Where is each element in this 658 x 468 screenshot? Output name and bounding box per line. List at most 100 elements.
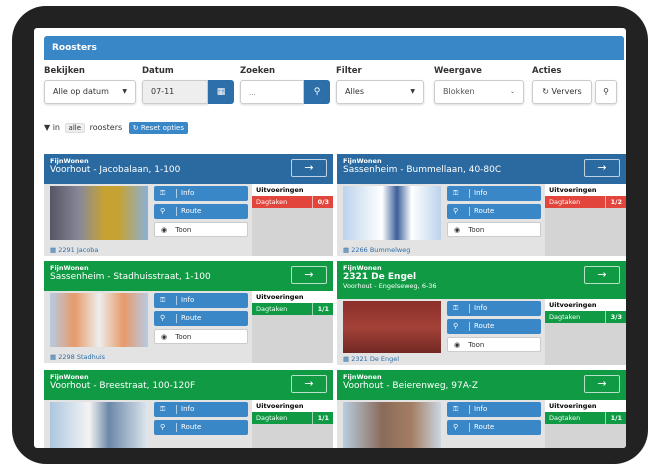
uitvoeringen-heading: Uitvoeringen <box>252 400 333 412</box>
filter-value: Alles <box>345 87 365 96</box>
info-label: Info <box>474 189 488 197</box>
card-body: ⚿ Info ⚲ Route Uitvoeringen Dagtaken 1/1 <box>44 400 333 448</box>
toon-button[interactable]: ◉ Toon <box>154 329 248 344</box>
uitvoeringen-panel: Uitvoeringen Dagtaken 1/1 <box>252 400 333 448</box>
search-input[interactable] <box>240 80 304 104</box>
toon-button[interactable]: ◉ Toon <box>447 222 541 237</box>
building-photo <box>343 402 441 448</box>
key-icon: ⚿ <box>160 296 166 304</box>
info-button[interactable]: ⚿ Info <box>447 402 541 417</box>
map-marker-icon: ⚲ <box>160 314 166 322</box>
calendar-button[interactable]: ▦ <box>208 80 234 104</box>
dagtaken-badge[interactable]: Dagtaken 1/1 <box>545 412 626 424</box>
dagtaken-count: 3/3 <box>604 311 622 323</box>
filter-suffix: roosters <box>89 123 123 132</box>
info-label: Info <box>181 296 195 304</box>
dagtaken-label: Dagtaken <box>256 198 288 206</box>
route-button[interactable]: ⚲ Route <box>447 420 541 435</box>
card-org: FijnWonen <box>343 373 382 381</box>
uitvoeringen-panel: Uitvoeringen Dagtaken 1/1 <box>545 400 626 448</box>
card-footer[interactable]: ▦ 2321 De Engel <box>337 353 545 365</box>
building-photo <box>343 186 441 240</box>
dagtaken-count: 1/1 <box>311 412 329 424</box>
dagtaken-badge[interactable]: Dagtaken 1/1 <box>252 303 333 315</box>
info-button[interactable]: ⚿ Info <box>447 186 541 201</box>
card-footer[interactable]: ▦ 2298 Stadhuis <box>44 351 252 363</box>
filter-scope-badge: alle <box>64 123 86 133</box>
reset-options-button[interactable]: ↻ Reset opties <box>128 122 188 134</box>
route-button[interactable]: ⚲ Route <box>447 204 541 219</box>
filter-select[interactable]: Alles ▼ <box>336 80 424 104</box>
arrow-right-icon: → <box>597 268 607 281</box>
info-button[interactable]: ⚿ Info <box>154 293 248 308</box>
dagtaken-badge[interactable]: Dagtaken 1/1 <box>252 412 333 424</box>
open-arrow-button[interactable]: → <box>584 266 620 284</box>
dagtaken-label: Dagtaken <box>256 414 288 422</box>
toon-button[interactable]: ◉ Toon <box>447 337 541 352</box>
card-footer[interactable]: ▦ 2291 Jacoba <box>44 244 252 256</box>
refresh-icon: ↻ <box>542 87 549 96</box>
card-header: FijnWonen Sassenheim - Bummellaan, 40-80… <box>337 154 626 184</box>
rooster-grid: FijnWonen Voorhout - Jacobalaan, 1-100 →… <box>44 154 626 448</box>
route-label: Route <box>474 322 495 330</box>
weergave-group: Weergave <box>434 66 482 80</box>
dagtaken-badge[interactable]: Dagtaken 0/3 <box>252 196 333 208</box>
open-arrow-button[interactable]: → <box>291 375 327 393</box>
toon-button[interactable]: ◉ Toon <box>154 222 248 237</box>
footer-label: 2321 De Engel <box>351 355 400 363</box>
route-label: Route <box>474 207 495 215</box>
card-body: ⚿ Info ⚲ Route ◉ Toon Uitvoeringen Dagtake… <box>44 291 333 363</box>
filter-label: Filter <box>336 66 362 76</box>
uitvoeringen-panel: Uitvoeringen Dagtaken 1/2 <box>545 184 626 256</box>
card-header: FijnWonen Sassenheim - Stadhuisstraat, 1… <box>44 261 333 291</box>
search-button[interactable]: ⚲ <box>304 80 330 104</box>
building-icon: ▦ <box>343 246 350 254</box>
card-title: Sassenheim - Bummellaan, 40-80C <box>343 165 502 175</box>
card-title: Voorhout - Breestraat, 100-120F <box>50 381 196 391</box>
datum-input[interactable]: 07-11 <box>142 80 208 104</box>
uitvoeringen-heading: Uitvoeringen <box>252 184 333 196</box>
dagtaken-label: Dagtaken <box>549 414 581 422</box>
route-button[interactable]: ⚲ Route <box>154 204 248 219</box>
location-button[interactable]: ⚲ <box>595 80 617 104</box>
open-arrow-button[interactable]: → <box>584 375 620 393</box>
open-arrow-button[interactable]: → <box>291 159 327 177</box>
dagtaken-badge[interactable]: Dagtaken 3/3 <box>545 311 626 323</box>
route-button[interactable]: ⚲ Route <box>447 319 541 334</box>
map-marker-icon: ⚲ <box>453 207 459 215</box>
card-org: FijnWonen <box>343 157 382 165</box>
card-org: FijnWonen <box>343 264 382 272</box>
eye-icon: ◉ <box>454 226 461 234</box>
weergave-label: Weergave <box>434 66 482 76</box>
dagtaken-badge[interactable]: Dagtaken 1/2 <box>545 196 626 208</box>
chevron-down-icon: ⌄ <box>509 88 515 95</box>
ververs-button[interactable]: ↻ Ververs <box>532 80 592 104</box>
card-footer[interactable]: ▦ 2266 Bummelweg <box>337 244 545 256</box>
weergave-select[interactable]: Blokken ⌄ <box>434 80 524 104</box>
card-body: ⚿ Info ⚲ Route ◉ Toon Uitvoeringen Dagtake… <box>337 299 626 365</box>
uitvoeringen-panel: Uitvoeringen Dagtaken 3/3 <box>545 299 626 365</box>
info-button[interactable]: ⚿ Info <box>154 402 248 417</box>
route-label: Route <box>181 207 202 215</box>
arrow-right-icon: → <box>597 161 607 174</box>
zoeken-group: Zoeken <box>240 66 275 80</box>
bekijken-select[interactable]: Alle op datum ▼ <box>44 80 136 104</box>
ververs-label: Ververs <box>551 87 582 96</box>
dagtaken-label: Dagtaken <box>549 198 581 206</box>
datum-label: Datum <box>142 66 174 76</box>
dagtaken-count: 1/1 <box>604 412 622 424</box>
toon-label: Toon <box>468 226 485 234</box>
rooster-card: FijnWonen Voorhout - Beierenweg, 97A-Z →… <box>337 370 626 448</box>
route-button[interactable]: ⚲ Route <box>154 420 248 435</box>
route-button[interactable]: ⚲ Route <box>154 311 248 326</box>
open-arrow-button[interactable]: → <box>584 159 620 177</box>
info-button[interactable]: ⚿ Info <box>447 301 541 316</box>
caret-down-icon: ▼ <box>122 88 127 95</box>
card-title: Voorhout - Jacobalaan, 1-100 <box>50 165 181 175</box>
page-title: Roosters <box>44 36 624 60</box>
info-button[interactable]: ⚿ Info <box>154 186 248 201</box>
card-header: FijnWonen Voorhout - Breestraat, 100-120… <box>44 370 333 400</box>
open-arrow-button[interactable]: → <box>291 266 327 284</box>
rooster-card: FijnWonen Voorhout - Jacobalaan, 1-100 →… <box>44 154 333 256</box>
map-marker-icon: ⚲ <box>453 322 459 330</box>
